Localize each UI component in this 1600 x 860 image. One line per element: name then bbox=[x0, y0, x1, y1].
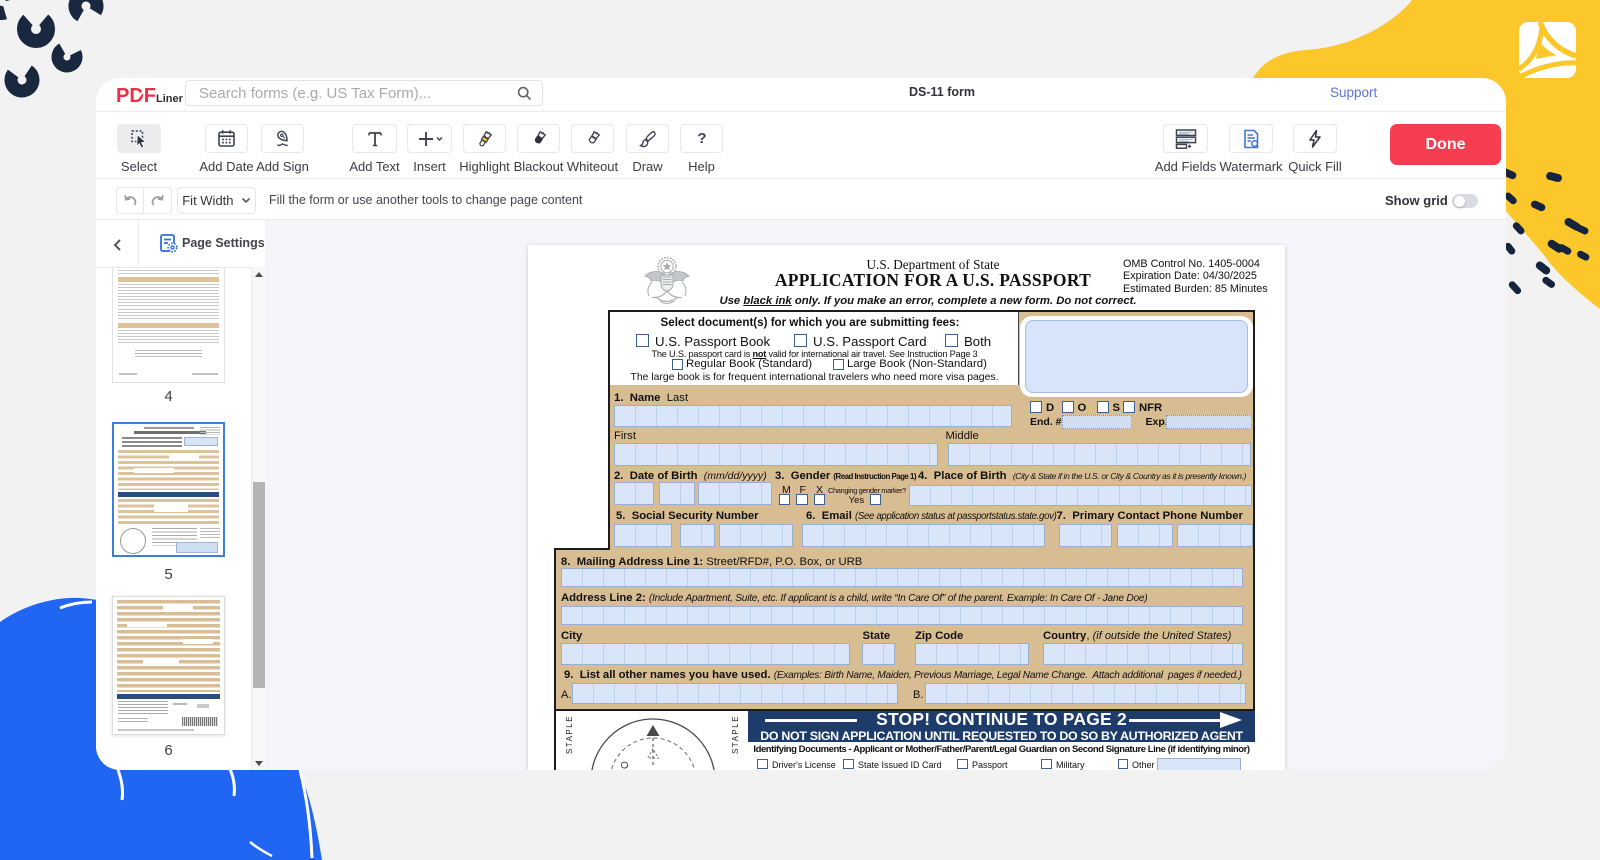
svg-text:?: ? bbox=[697, 130, 706, 147]
svg-text:O: O bbox=[620, 761, 631, 769]
